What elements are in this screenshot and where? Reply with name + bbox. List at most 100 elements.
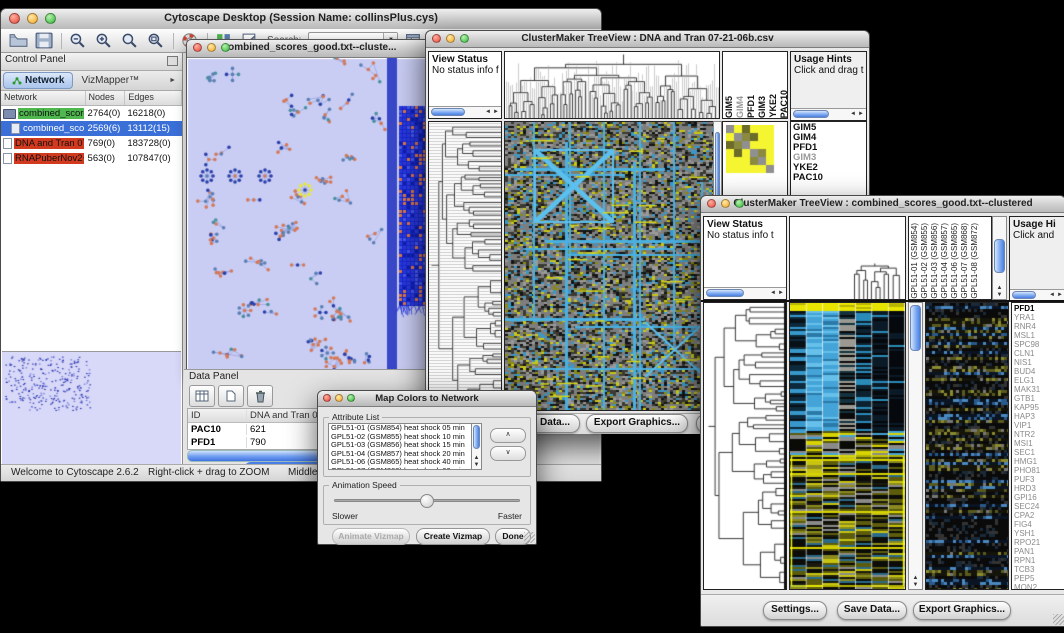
- scroll-up-icon[interactable]: ▲: [913, 575, 919, 581]
- gene-label[interactable]: MSI1: [1014, 439, 1063, 448]
- settings-button[interactable]: Settings...: [763, 601, 827, 620]
- zoom-icon[interactable]: [735, 199, 744, 208]
- labels-vscrollbar[interactable]: ▲▼: [992, 216, 1007, 300]
- list-vscrollbar[interactable]: ▲▼: [471, 423, 482, 470]
- scroll-left-icon[interactable]: ◄: [485, 108, 491, 117]
- zoom-icon[interactable]: [221, 43, 230, 52]
- scroll-down-icon[interactable]: ▼: [474, 462, 480, 468]
- gene-label[interactable]: PUF3: [1014, 475, 1063, 484]
- mini-matrix-canvas[interactable]: [726, 125, 776, 175]
- column-dendrogram-canvas[interactable]: [790, 217, 905, 299]
- zoom-icon[interactable]: [45, 13, 56, 24]
- open-folder-icon[interactable]: [9, 32, 28, 49]
- scroll-left-icon[interactable]: ◄: [1049, 291, 1055, 300]
- birdseye-canvas[interactable]: [2, 352, 179, 463]
- hscrollbar[interactable]: ◄►: [704, 287, 786, 299]
- gene-label[interactable]: RPO21: [1014, 538, 1063, 547]
- gene-label[interactable]: HRD3: [1014, 484, 1063, 493]
- close-icon[interactable]: [323, 394, 331, 402]
- heatmap-vscrollbar[interactable]: ▲▼: [908, 302, 923, 590]
- treeview-combined-titlebar[interactable]: ClusterMaker TreeView : combined_scores_…: [701, 196, 1064, 213]
- scroll-right-icon[interactable]: ►: [858, 110, 864, 119]
- delete-attribute-icon[interactable]: [247, 385, 273, 407]
- treeview-dna-titlebar[interactable]: ClusterMaker TreeView : DNA and Tran 07-…: [426, 31, 869, 48]
- select-attributes-icon[interactable]: [189, 385, 215, 407]
- animate-vizmap-button[interactable]: Animate Vizmap: [332, 528, 410, 545]
- minimize-icon[interactable]: [446, 34, 455, 43]
- close-icon[interactable]: [432, 34, 441, 43]
- gene-label[interactable]: CPA2: [1014, 511, 1063, 520]
- list-item[interactable]: GPL51-07 (GSM868) heat shock 60 min: [329, 467, 481, 471]
- gene-label[interactable]: MAK31: [1014, 385, 1063, 394]
- heatmap-canvas[interactable]: [790, 303, 905, 589]
- dialog-titlebar[interactable]: Map Colors to Network: [318, 391, 536, 407]
- zoom-heatmap-canvas[interactable]: [926, 303, 1008, 589]
- row-dendrogram-canvas[interactable]: [704, 303, 786, 589]
- scroll-down-icon[interactable]: ▼: [913, 582, 919, 588]
- network-view-titlebar[interactable]: combined_scores_good.txt--cluste...: [187, 40, 432, 58]
- close-icon[interactable]: [193, 43, 202, 52]
- table-row[interactable]: RNAPuberNov2+! 563(0) 107847(0): [1, 151, 182, 166]
- gene-label[interactable]: PFD1: [1014, 304, 1063, 313]
- column-dendrogram-canvas[interactable]: [505, 52, 719, 118]
- minimize-icon[interactable]: [207, 43, 216, 52]
- speed-slider-thumb[interactable]: [420, 494, 434, 508]
- gene-label[interactable]: SPC98: [1014, 340, 1063, 349]
- birdseye-view[interactable]: [2, 351, 181, 465]
- row-dendrogram-canvas[interactable]: [429, 122, 501, 410]
- resize-grip[interactable]: [524, 532, 535, 543]
- scroll-right-icon[interactable]: ►: [778, 289, 784, 298]
- resize-grip[interactable]: [1053, 614, 1064, 625]
- gene-label[interactable]: YRA1: [1014, 313, 1063, 322]
- gene-label[interactable]: KAP95: [1014, 403, 1063, 412]
- gene-label[interactable]: NTR2: [1014, 430, 1063, 439]
- minimize-icon[interactable]: [27, 13, 38, 24]
- zoom-out-icon[interactable]: [69, 32, 88, 49]
- close-icon[interactable]: [707, 199, 716, 208]
- gene-label[interactable]: MON2: [1014, 583, 1063, 590]
- zoom-fit-icon[interactable]: [147, 32, 166, 49]
- gene-label[interactable]: RNR4: [1014, 322, 1063, 331]
- zoom-in-icon[interactable]: [95, 32, 114, 49]
- scroll-up-icon[interactable]: ▲: [474, 455, 480, 461]
- gene-label[interactable]: RPN1: [1014, 556, 1063, 565]
- float-panel-icon[interactable]: [167, 56, 178, 66]
- gene-label[interactable]: FIG4: [1014, 520, 1063, 529]
- tab-vizmapper[interactable]: VizMapper™: [75, 75, 145, 86]
- zoom-icon[interactable]: [460, 34, 469, 43]
- gene-label[interactable]: PEP5: [1014, 574, 1063, 583]
- tab-network[interactable]: Network: [3, 72, 73, 89]
- zoom-selected-icon[interactable]: [121, 32, 140, 49]
- close-icon[interactable]: [9, 13, 20, 24]
- gene-label[interactable]: YSH1: [1014, 529, 1063, 538]
- export-graphics-button[interactable]: Export Graphics...: [586, 414, 688, 433]
- heatmap-canvas[interactable]: [505, 122, 717, 410]
- gene-label[interactable]: GTB1: [1014, 394, 1063, 403]
- gene-label[interactable]: PHO81: [1014, 466, 1063, 475]
- move-up-button[interactable]: ∧: [490, 428, 526, 443]
- create-vizmap-button[interactable]: Create Vizmap: [416, 528, 490, 545]
- minimize-icon[interactable]: [721, 199, 730, 208]
- gene-label[interactable]: PAN1: [1014, 547, 1063, 556]
- gene-label[interactable]: ELG1: [1014, 376, 1063, 385]
- gene-label[interactable]: BUD4: [1014, 367, 1063, 376]
- scroll-up-icon[interactable]: ▲: [997, 285, 1003, 291]
- scroll-right-icon[interactable]: ►: [493, 108, 499, 117]
- table-row[interactable]: combined_sco 2569(6) 13112(15): [1, 121, 182, 136]
- gene-label[interactable]: HAP3: [1014, 412, 1063, 421]
- scroll-left-icon[interactable]: ◄: [850, 110, 856, 119]
- gene-label[interactable]: SEC1: [1014, 448, 1063, 457]
- more-tabs-arrow-icon[interactable]: ►: [165, 77, 180, 84]
- table-row[interactable]: combined_scores 2764(0) 16218(0): [1, 106, 182, 121]
- save-icon[interactable]: [35, 32, 54, 49]
- hscrollbar[interactable]: ◄►: [791, 108, 866, 120]
- cytoscape-titlebar[interactable]: Cytoscape Desktop (Session Name: collins…: [1, 9, 601, 30]
- gene-label[interactable]: HMG1: [1014, 457, 1063, 466]
- network-canvas[interactable]: [187, 58, 430, 374]
- gene-label[interactable]: VIP1: [1014, 421, 1063, 430]
- gene-label[interactable]: GPI16: [1014, 493, 1063, 502]
- gene-label[interactable]: NIS1: [1014, 358, 1063, 367]
- move-down-button[interactable]: ∨: [490, 446, 526, 461]
- gene-label[interactable]: CLN1: [1014, 349, 1063, 358]
- scroll-right-icon[interactable]: ►: [1057, 291, 1063, 300]
